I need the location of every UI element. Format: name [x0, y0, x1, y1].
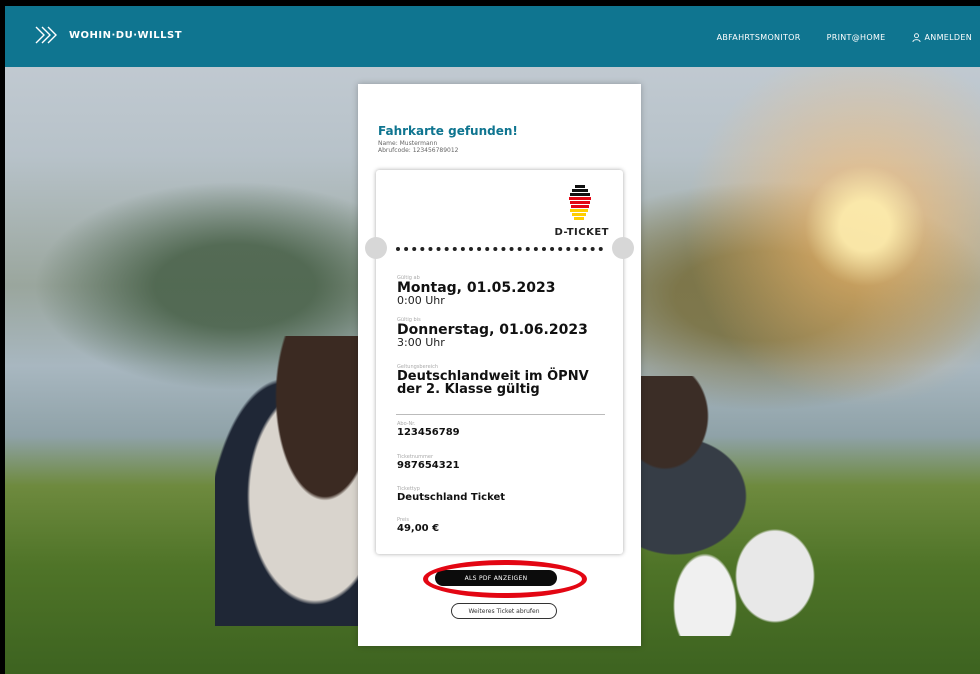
d-ticket-badge: D-TICKET	[554, 227, 609, 238]
price-field: Preis 49,00 €	[397, 517, 439, 535]
user-icon	[911, 33, 921, 42]
background-person-right	[605, 376, 845, 636]
page-title: Fahrkarte gefunden!	[378, 124, 518, 138]
ticket-result-card: Fahrkarte gefunden! Name: Mustermann Abr…	[358, 84, 641, 646]
valid-from-time: 0:00 Uhr	[397, 294, 445, 307]
ticket-type-field: Tickettyp Deutschland Ticket	[397, 486, 505, 504]
ticket-number-value: 987654321	[397, 460, 460, 471]
nav-links: ABFAHRTSMONITOR PRINT@HOME ANMELDEN	[717, 33, 972, 42]
valid-from-date: Montag, 01.05.2023	[397, 280, 556, 296]
scope-value: Deutschlandweit im ÖPNV der 2. Klasse gü…	[397, 369, 589, 397]
ticket-number-field: Ticketnummer 987654321	[397, 454, 460, 472]
show-as-pdf-button[interactable]: ALS PDF ANZEIGEN	[435, 570, 557, 586]
ticket-notch-right	[612, 237, 634, 259]
ticket-divider	[396, 414, 605, 415]
valid-to-date: Donnerstag, 01.06.2023	[397, 322, 588, 338]
retrieval-code: Abrufcode: 123456789012	[378, 147, 459, 154]
valid-from-field: Gültig ab Montag, 01.05.2023 0:00 Uhr	[397, 275, 555, 306]
abo-value: 123456789	[397, 427, 460, 438]
logo[interactable]: WOHIN·DU·WILLST	[35, 26, 182, 44]
top-navbar: WOHIN·DU·WILLST ABFAHRTSMONITOR PRINT@HO…	[5, 6, 980, 67]
ticket-notch-left	[365, 237, 387, 259]
price-value: 49,00 €	[397, 523, 440, 534]
screen: WOHIN·DU·WILLST ABFAHRTSMONITOR PRINT@HO…	[5, 6, 980, 674]
d-ticket: D-TICKET Gültig ab Montag, 01.05.2023 0:…	[365, 170, 634, 554]
germany-flag-logo-icon	[569, 185, 591, 220]
logo-text: WOHIN·DU·WILLST	[69, 29, 183, 41]
valid-to-field: Gültig bis Donnerstag, 01.06.2023 3:00 U…	[397, 317, 588, 348]
nav-link-print-at-home[interactable]: PRINT@HOME	[827, 33, 886, 42]
valid-to-time: 3:00 Uhr	[397, 336, 445, 349]
chevrons-logo-icon	[35, 26, 57, 44]
scope-field: Geltungsbereich Deutschlandweit im ÖPNV …	[397, 364, 607, 396]
nav-link-anmelden[interactable]: ANMELDEN	[911, 33, 972, 42]
retrieve-another-ticket-button[interactable]: Weiteres Ticket abrufen	[451, 603, 557, 619]
customer-name: Name: Mustermann	[378, 140, 438, 147]
anmelden-label: ANMELDEN	[924, 33, 972, 42]
ticket-type-value: Deutschland Ticket	[397, 492, 506, 503]
abo-field: Abo-Nr. 123456789	[397, 421, 460, 439]
ticket-perforation	[396, 247, 603, 251]
ticket-meta: Name: Mustermann Abrufcode: 123456789012	[378, 140, 459, 154]
nav-link-abfahrtsmonitor[interactable]: ABFAHRTSMONITOR	[717, 33, 801, 42]
